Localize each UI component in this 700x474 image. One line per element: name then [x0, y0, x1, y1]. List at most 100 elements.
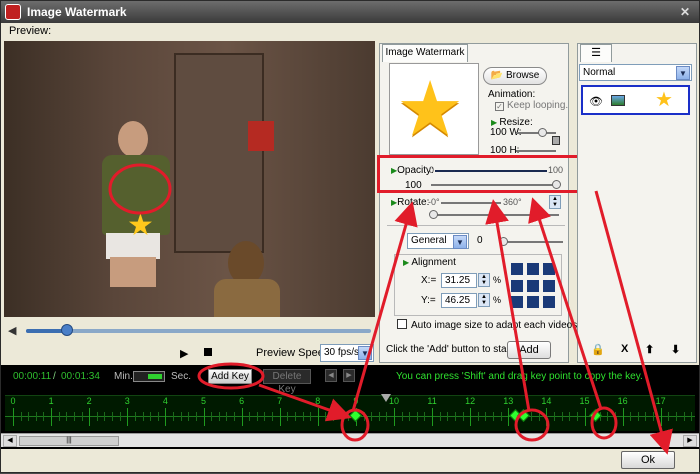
- opacity-label: ▶Opacity:: [391, 165, 434, 176]
- rotate-label: ▶Rotate:: [391, 197, 430, 208]
- align-middle-right[interactable]: [543, 279, 555, 292]
- folder-icon: 📂: [490, 70, 504, 81]
- ruler-minor-tick: [675, 412, 677, 421]
- browse-button[interactable]: 📂 Browse: [483, 67, 547, 85]
- stop-icon[interactable]: [204, 348, 212, 356]
- opacity-slider-knob[interactable]: [552, 180, 561, 189]
- divider: [387, 225, 565, 226]
- keep-looping-checkbox[interactable]: ✓ Keep looping.: [495, 100, 568, 111]
- align-bottom-center[interactable]: [527, 296, 539, 309]
- alignment-grid[interactable]: [511, 263, 555, 309]
- timeline-ruler[interactable]: 0 1 2 3 4 5 6 7 8 9 10 11 12 13 14 15 16 17: [5, 394, 695, 431]
- tab-image-watermark[interactable]: Image Watermark: [382, 44, 468, 62]
- add-button[interactable]: Add: [507, 341, 551, 359]
- timeline-scrollbar[interactable]: ◀ ||| ▶: [1, 433, 699, 447]
- keyframe-marker[interactable]: [349, 409, 362, 422]
- ruler-tick: [622, 408, 624, 426]
- delete-key-button[interactable]: Delete Key: [263, 369, 311, 395]
- align-top-center[interactable]: [527, 263, 539, 275]
- align-center[interactable]: [527, 279, 539, 292]
- align-middle-left[interactable]: [511, 279, 523, 292]
- ruler-minor-tick: [134, 412, 136, 421]
- scroll-right-icon[interactable]: ▶: [683, 435, 697, 447]
- auto-image-size-checkbox[interactable]: Auto image size to adapt each videos.: [397, 319, 580, 331]
- playhead-marker[interactable]: [381, 394, 392, 402]
- next-key-icon[interactable]: ▶: [343, 369, 355, 382]
- x-position-input[interactable]: 31.25: [441, 273, 477, 288]
- eye-icon[interactable]: 👁: [589, 95, 603, 108]
- y-position-input[interactable]: 46.25: [441, 293, 477, 308]
- volume-icon[interactable]: ◀: [8, 324, 16, 337]
- ruler-tick: [279, 408, 281, 426]
- layers-tab-icon[interactable]: ☰: [580, 44, 612, 62]
- y-stepper[interactable]: ▲ ▼: [478, 293, 490, 307]
- close-icon[interactable]: ✕: [677, 5, 693, 19]
- align-bottom-left[interactable]: [511, 296, 523, 309]
- effect-slider-track[interactable]: [499, 241, 563, 243]
- ruler-minor-tick: [218, 412, 220, 421]
- ruler-minor-tick: [668, 412, 670, 421]
- ruler-tick: [51, 408, 53, 426]
- lock-icon[interactable]: [552, 136, 560, 145]
- seek-knob[interactable]: [61, 324, 74, 336]
- height-slider-track[interactable]: [516, 150, 556, 152]
- ruler-minor-tick: [386, 412, 388, 421]
- checkbox-checked-icon[interactable]: ✓: [495, 102, 504, 111]
- chevron-down-icon[interactable]: ▼: [453, 235, 467, 249]
- ruler-minor-tick: [439, 412, 441, 421]
- ruler-minor-tick: [630, 412, 632, 421]
- ruler-minor-tick: [653, 412, 655, 421]
- delete-layer-button[interactable]: X: [621, 343, 628, 355]
- ruler-tick-label: 2: [86, 396, 92, 406]
- scroll-thumb[interactable]: |||: [19, 436, 119, 446]
- ruler-minor-tick: [264, 412, 266, 421]
- ruler-minor-tick: [607, 412, 609, 421]
- timeline-zoom-slider[interactable]: [133, 371, 165, 382]
- rotate-stepper[interactable]: ▲ ▼: [549, 195, 561, 209]
- rotate-slider-knob[interactable]: [429, 210, 438, 219]
- ruler-tick: [660, 408, 662, 426]
- effect-slider-knob[interactable]: [499, 237, 508, 246]
- width-slider-track[interactable]: [516, 132, 556, 134]
- browse-label: Browse: [505, 70, 540, 81]
- move-up-icon[interactable]: ⬆: [645, 343, 654, 356]
- ruler-minor-tick: [531, 412, 533, 421]
- align-top-left[interactable]: [511, 263, 523, 275]
- wall-sign: [248, 121, 274, 151]
- move-down-icon[interactable]: ⬇: [671, 343, 680, 356]
- seek-bar[interactable]: ◀: [4, 321, 375, 339]
- chevron-down-icon[interactable]: ▼: [358, 346, 372, 360]
- align-top-right[interactable]: [543, 263, 555, 275]
- layer-item[interactable]: 👁 ★: [581, 85, 690, 115]
- rotate-slider-track[interactable]: [431, 214, 559, 216]
- ruler-minor-tick: [310, 412, 312, 421]
- keyframe-marker[interactable]: [516, 409, 530, 422]
- title-bar: Image Watermark ✕: [1, 1, 699, 23]
- prev-key-icon[interactable]: ◀: [325, 369, 337, 382]
- ruler-minor-tick: [233, 412, 235, 421]
- preview-speed-select[interactable]: 30 fps/s ▼: [320, 344, 374, 362]
- align-bottom-right[interactable]: [543, 296, 555, 309]
- keep-looping-label: Keep looping.: [507, 100, 569, 111]
- ruler-tick: [546, 408, 548, 426]
- ruler-tick-label: 17: [655, 396, 666, 406]
- ruler-tick: [127, 408, 129, 426]
- x-stepper[interactable]: ▲ ▼: [478, 273, 490, 287]
- opacity-slider-track[interactable]: [431, 184, 559, 186]
- current-time: 00:00:11: [13, 371, 52, 382]
- blend-mode-select[interactable]: Normal ▼: [579, 64, 692, 81]
- ok-button[interactable]: Ok: [621, 451, 675, 469]
- ruler-tick: [584, 408, 586, 426]
- add-key-button[interactable]: Add Key: [208, 369, 252, 384]
- play-icon[interactable]: ▶: [180, 347, 188, 360]
- watermark-star-overlay[interactable]: ★: [127, 211, 154, 241]
- chevron-down-icon[interactable]: ▼: [676, 66, 690, 80]
- person-sitting: [214, 241, 284, 317]
- width-slider-knob[interactable]: [538, 128, 547, 137]
- seek-track[interactable]: [26, 329, 371, 333]
- lock-icon[interactable]: 🔒: [591, 343, 605, 356]
- effect-select[interactable]: General ▼: [407, 233, 469, 249]
- ruler-tick: [394, 408, 395, 426]
- scroll-left-icon[interactable]: ◀: [3, 435, 17, 447]
- ruler-minor-tick: [569, 412, 571, 421]
